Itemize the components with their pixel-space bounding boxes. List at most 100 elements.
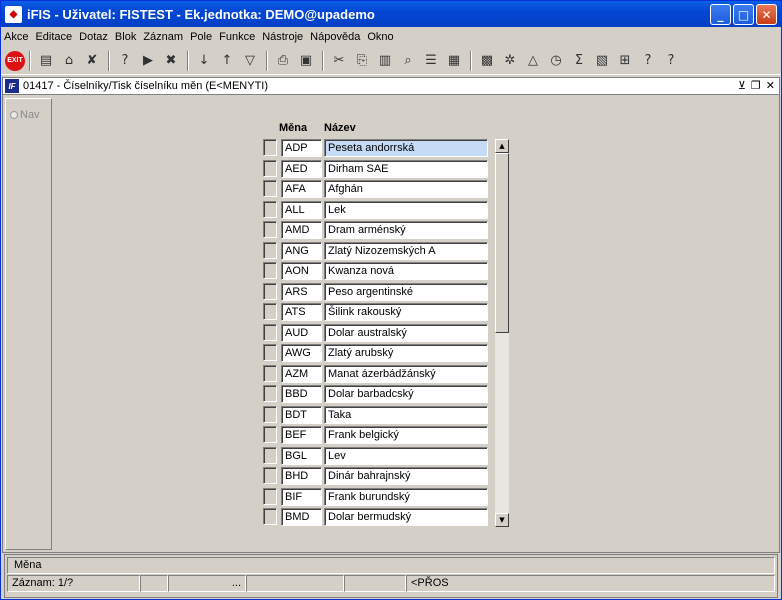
currency-name-field[interactable]: Dram arménský — [324, 221, 488, 239]
columns-icon[interactable]: ▦ — [443, 50, 465, 72]
menu-okno[interactable]: Okno — [367, 31, 393, 43]
currency-name-field[interactable]: Peso argentinské — [324, 282, 488, 301]
currency-code-field[interactable]: AUD — [281, 323, 322, 342]
currency-name-field[interactable]: Frank burundský — [324, 487, 488, 506]
scroll-thumb[interactable] — [495, 153, 509, 333]
sum-icon[interactable]: Σ — [568, 50, 590, 72]
currency-code-field[interactable]: BIF — [281, 487, 322, 506]
menu-dotaz[interactable]: Dotaz — [79, 31, 108, 43]
currency-name-field[interactable]: Zlatý arubský — [324, 344, 488, 362]
currency-code-field[interactable]: ANG — [281, 241, 322, 260]
row-checkbox[interactable] — [263, 385, 277, 402]
filter-icon[interactable]: ▽ — [239, 50, 261, 72]
currency-code-field[interactable]: AFA — [281, 180, 322, 198]
currency-code-field[interactable]: BGL — [281, 446, 322, 465]
table-row[interactable]: ANG Zlatý Nizozemských A — [263, 241, 488, 260]
calculator-icon[interactable]: ▩ — [476, 50, 498, 72]
vertical-scrollbar[interactable]: ▲ ▼ — [495, 139, 509, 527]
nav-radio[interactable]: Nav — [10, 109, 40, 121]
query-cancel-icon[interactable]: ✖ — [160, 50, 182, 72]
form-close-icon[interactable]: ✕ — [766, 79, 775, 92]
table-row[interactable]: ADP Peseta andorrská — [263, 139, 488, 157]
table-row[interactable]: AZM Manat ázerbádžánský — [263, 364, 488, 383]
row-checkbox[interactable] — [263, 200, 277, 218]
currency-code-field[interactable]: BEF — [281, 426, 322, 444]
currency-name-field[interactable]: Dolar australský — [324, 323, 488, 342]
menu-napoveda[interactable]: Nápověda — [310, 31, 360, 43]
query-enter-icon[interactable]: ? — [114, 50, 136, 72]
currency-code-field[interactable]: AED — [281, 159, 322, 178]
currency-code-field[interactable]: BDT — [281, 405, 322, 424]
table-row[interactable]: AUD Dolar australský — [263, 323, 488, 342]
row-checkbox[interactable] — [263, 303, 277, 320]
exit-button[interactable]: EXIT — [5, 50, 25, 71]
column-header-name[interactable]: Název — [324, 122, 356, 134]
row-checkbox[interactable] — [263, 344, 277, 361]
currency-code-field[interactable]: BHD — [281, 467, 322, 485]
currency-code-field[interactable]: AWG — [281, 344, 322, 362]
currency-name-field[interactable]: Dinár bahrajnský — [324, 467, 488, 485]
table-row[interactable]: AWG Zlatý arubský — [263, 344, 488, 362]
paste-icon[interactable]: ▥ — [374, 50, 396, 72]
currency-name-field[interactable]: Zlatý Nizozemských A — [324, 241, 488, 260]
delete-record-icon[interactable]: ✘ — [81, 50, 103, 72]
row-checkbox[interactable] — [263, 241, 277, 259]
currency-code-field[interactable]: ARS — [281, 282, 322, 301]
table-row[interactable]: BGL Lev — [263, 446, 488, 465]
help-icon[interactable]: ? — [637, 50, 659, 72]
print-icon[interactable]: ⎙ — [272, 50, 294, 72]
menu-pole[interactable]: Pole — [190, 31, 212, 43]
table-row[interactable]: AED Dirham SAE — [263, 159, 488, 178]
row-checkbox[interactable] — [263, 508, 277, 525]
currency-name-field[interactable]: Lek — [324, 200, 488, 219]
table-row[interactable]: ATS Šilink rakouský — [263, 303, 488, 321]
currency-name-field[interactable]: Frank belgický — [324, 426, 488, 444]
table-row[interactable]: BEF Frank belgický — [263, 426, 488, 444]
menu-akce[interactable]: Akce — [4, 31, 28, 43]
menu-blok[interactable]: Blok — [115, 31, 136, 43]
menu-zaznam[interactable]: Záznam — [143, 31, 183, 43]
table-row[interactable]: BHD Dinár bahrajnský — [263, 467, 488, 485]
copy-icon[interactable]: ⎘ — [351, 50, 373, 72]
maximize-button[interactable]: □ — [733, 4, 754, 25]
currency-name-field[interactable]: Dolar bermudský — [324, 508, 488, 526]
currency-code-field[interactable]: ALL — [281, 200, 322, 219]
settings-icon[interactable]: ✲ — [499, 50, 521, 72]
sort-asc-icon[interactable]: ↓ — [193, 50, 215, 72]
currency-code-field[interactable]: ADP — [281, 139, 322, 157]
currency-name-field[interactable]: Lev — [324, 446, 488, 465]
table-row[interactable]: BDT Taka — [263, 405, 488, 424]
form-minimize-icon[interactable]: ⊻ — [738, 79, 746, 92]
form-restore-icon[interactable]: ❐ — [751, 79, 761, 92]
grid-icon[interactable]: ⊞ — [614, 50, 636, 72]
currency-code-field[interactable]: AZM — [281, 364, 322, 383]
table-row[interactable]: AFA Afghán — [263, 180, 488, 198]
row-checkbox[interactable] — [263, 426, 277, 443]
currency-name-field[interactable]: Šilink rakouský — [324, 303, 488, 321]
excel-icon[interactable]: ▧ — [591, 50, 613, 72]
sort-desc-icon[interactable]: ↑ — [216, 50, 238, 72]
minimize-button[interactable]: _ — [710, 4, 731, 25]
cut-icon[interactable]: ✂ — [328, 50, 350, 72]
insert-record-icon[interactable]: ▤ — [35, 50, 57, 72]
table-row[interactable]: BMD Dolar bermudský — [263, 508, 488, 526]
row-checkbox[interactable] — [263, 364, 277, 382]
row-checkbox[interactable] — [263, 159, 277, 177]
scroll-up-icon[interactable]: ▲ — [495, 139, 509, 153]
currency-code-field[interactable]: AON — [281, 262, 322, 280]
close-button[interactable]: ✕ — [756, 4, 777, 25]
row-checkbox[interactable] — [263, 405, 277, 423]
currency-name-field[interactable]: Kwanza nová — [324, 262, 488, 280]
currency-name-field[interactable]: Dolar barbadcský — [324, 385, 488, 403]
context-help-icon[interactable]: ? — [660, 50, 682, 72]
row-checkbox[interactable] — [263, 467, 277, 484]
currency-name-field[interactable]: Peseta andorrská — [324, 139, 488, 157]
save-icon[interactable]: ⌂ — [58, 50, 80, 72]
row-checkbox[interactable] — [263, 446, 277, 464]
row-checkbox[interactable] — [263, 262, 277, 279]
menu-editace[interactable]: Editace — [35, 31, 72, 43]
scroll-down-icon[interactable]: ▼ — [495, 513, 509, 527]
currency-name-field[interactable]: Afghán — [324, 180, 488, 198]
clock-icon[interactable]: ◷ — [545, 50, 567, 72]
list-icon[interactable]: ☰ — [420, 50, 442, 72]
